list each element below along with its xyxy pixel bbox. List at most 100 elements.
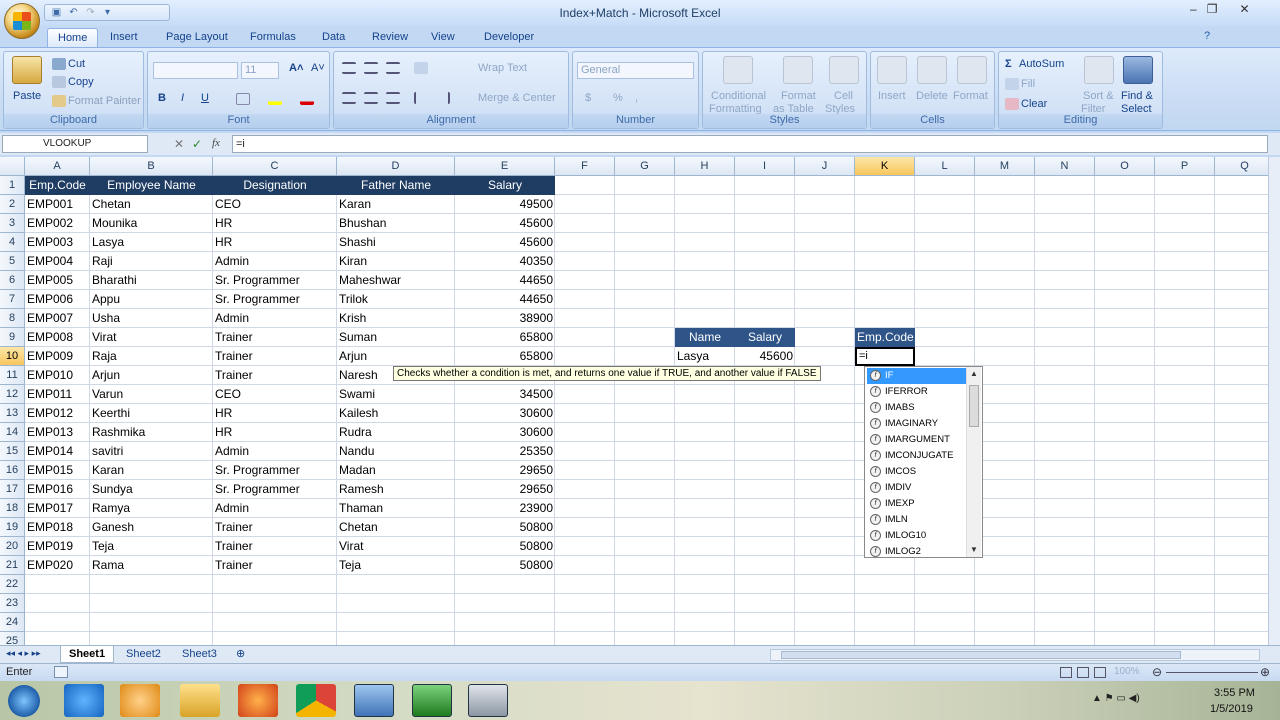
- table-cell[interactable]: EMP020: [25, 556, 90, 575]
- clear-button[interactable]: Clear: [1021, 98, 1047, 110]
- table-cell[interactable]: Rashmika: [90, 423, 213, 442]
- table-cell[interactable]: EMP004: [25, 252, 90, 271]
- horizontal-scroll-thumb[interactable]: [781, 651, 1181, 659]
- table-cell[interactable]: Raji: [90, 252, 213, 271]
- table-cell[interactable]: 65800: [455, 347, 555, 366]
- lookup-name-value[interactable]: Lasya: [675, 347, 735, 366]
- table-header-cell[interactable]: Designation: [213, 176, 337, 195]
- autosum-button[interactable]: AutoSum: [1019, 58, 1064, 70]
- autocomplete-item[interactable]: f IMLOG2: [867, 544, 967, 560]
- table-cell[interactable]: Varun: [90, 385, 213, 404]
- file-explorer-icon[interactable]: [180, 684, 220, 717]
- font-size-combo[interactable]: 11: [241, 62, 279, 79]
- table-cell[interactable]: HR: [213, 404, 337, 423]
- orientation-icon[interactable]: [414, 62, 428, 74]
- table-cell[interactable]: EMP015: [25, 461, 90, 480]
- table-cell[interactable]: 44650: [455, 290, 555, 309]
- table-cell[interactable]: Admin: [213, 252, 337, 271]
- currency-button[interactable]: $: [585, 92, 591, 104]
- page-layout-view-icon[interactable]: [1077, 667, 1089, 678]
- table-cell[interactable]: 30600: [455, 404, 555, 423]
- undo-icon[interactable]: ↶: [68, 7, 79, 18]
- table-cell[interactable]: 25350: [455, 442, 555, 461]
- scroll-down-icon[interactable]: ▼: [970, 545, 978, 554]
- help-icon[interactable]: ?: [1204, 30, 1210, 42]
- table-cell[interactable]: Virat: [90, 328, 213, 347]
- table-cell[interactable]: EMP009: [25, 347, 90, 366]
- redo-icon[interactable]: ↷: [85, 7, 96, 18]
- lookup-salary-header[interactable]: Salary: [735, 328, 795, 347]
- align-left-icon[interactable]: [342, 92, 356, 104]
- insert-sheet-icon[interactable]: ⊕: [236, 647, 245, 660]
- normal-view-icon[interactable]: [1060, 667, 1072, 678]
- screen-recorder-icon[interactable]: [354, 684, 394, 717]
- table-cell[interactable]: Chetan: [337, 518, 455, 537]
- table-cell[interactable]: Chetan: [90, 195, 213, 214]
- table-cell[interactable]: 50800: [455, 518, 555, 537]
- table-header-cell[interactable]: Father Name: [337, 176, 455, 195]
- table-cell[interactable]: Admin: [213, 442, 337, 461]
- column-header[interactable]: C: [213, 157, 337, 176]
- close-button[interactable]: ✕: [1239, 2, 1249, 16]
- table-cell[interactable]: Sundya: [90, 480, 213, 499]
- table-cell[interactable]: Ramesh: [337, 480, 455, 499]
- table-cell[interactable]: CEO: [213, 385, 337, 404]
- clock-time[interactable]: 3:55 PM: [1214, 687, 1255, 699]
- row-header[interactable]: 17: [0, 480, 25, 499]
- table-cell[interactable]: EMP003: [25, 233, 90, 252]
- table-header-cell[interactable]: Employee Name: [90, 176, 213, 195]
- table-cell[interactable]: EMP001: [25, 195, 90, 214]
- table-cell[interactable]: Ramya: [90, 499, 213, 518]
- format-painter-button[interactable]: Format Painter: [68, 95, 141, 107]
- table-cell[interactable]: EMP010: [25, 366, 90, 385]
- row-header[interactable]: 20: [0, 537, 25, 556]
- row-header[interactable]: 14: [0, 423, 25, 442]
- underline-button[interactable]: U: [201, 92, 209, 104]
- insert-cells-button[interactable]: Insert: [878, 90, 906, 102]
- table-cell[interactable]: Arjun: [90, 366, 213, 385]
- copy-button[interactable]: Copy: [68, 76, 94, 88]
- clock-date[interactable]: 1/5/2019: [1210, 703, 1253, 715]
- row-header[interactable]: 25: [0, 632, 25, 645]
- delete-cells-button[interactable]: Delete: [916, 90, 948, 102]
- table-header-cell[interactable]: Emp.Code: [25, 176, 90, 195]
- minimize-button[interactable]: –: [1190, 2, 1197, 16]
- table-cell[interactable]: Sr. Programmer: [213, 271, 337, 290]
- column-header[interactable]: B: [90, 157, 213, 176]
- merge-center-button[interactable]: Merge & Center: [478, 92, 556, 104]
- insert-function-icon[interactable]: fx: [212, 137, 220, 149]
- table-cell[interactable]: EMP014: [25, 442, 90, 461]
- autocomplete-item[interactable]: f IMLOG10: [867, 528, 967, 544]
- lookup-code-header[interactable]: Emp.Code: [855, 328, 915, 347]
- align-center-icon[interactable]: [364, 92, 378, 104]
- table-cell[interactable]: Trainer: [213, 366, 337, 385]
- align-middle-icon[interactable]: [364, 62, 378, 74]
- row-header[interactable]: 5: [0, 252, 25, 271]
- lookup-salary-value[interactable]: 45600: [735, 347, 795, 366]
- table-cell[interactable]: 29650: [455, 480, 555, 499]
- table-cell[interactable]: Sr. Programmer: [213, 480, 337, 499]
- tab-data[interactable]: Data: [312, 28, 355, 48]
- tab-view[interactable]: View: [421, 28, 465, 48]
- table-cell[interactable]: Trainer: [213, 556, 337, 575]
- autocomplete-item[interactable]: f IMLN: [867, 512, 967, 528]
- row-header[interactable]: 4: [0, 233, 25, 252]
- office-button[interactable]: [4, 3, 40, 39]
- column-header[interactable]: I: [735, 157, 795, 176]
- row-header[interactable]: 23: [0, 594, 25, 613]
- column-header[interactable]: L: [915, 157, 975, 176]
- restore-button[interactable]: ❐: [1207, 2, 1218, 16]
- start-button[interactable]: [8, 685, 40, 717]
- number-format-combo[interactable]: General: [577, 62, 694, 79]
- table-cell[interactable]: 50800: [455, 537, 555, 556]
- table-cell[interactable]: 65800: [455, 328, 555, 347]
- zoom-slider[interactable]: [1166, 672, 1258, 673]
- row-header[interactable]: 16: [0, 461, 25, 480]
- table-cell[interactable]: 29650: [455, 461, 555, 480]
- table-cell[interactable]: 50800: [455, 556, 555, 575]
- macro-record-icon[interactable]: [54, 666, 68, 678]
- table-cell[interactable]: Trilok: [337, 290, 455, 309]
- active-cell-k10[interactable]: =i: [855, 347, 915, 366]
- find-select-button[interactable]: Find &: [1121, 90, 1153, 102]
- table-cell[interactable]: Rama: [90, 556, 213, 575]
